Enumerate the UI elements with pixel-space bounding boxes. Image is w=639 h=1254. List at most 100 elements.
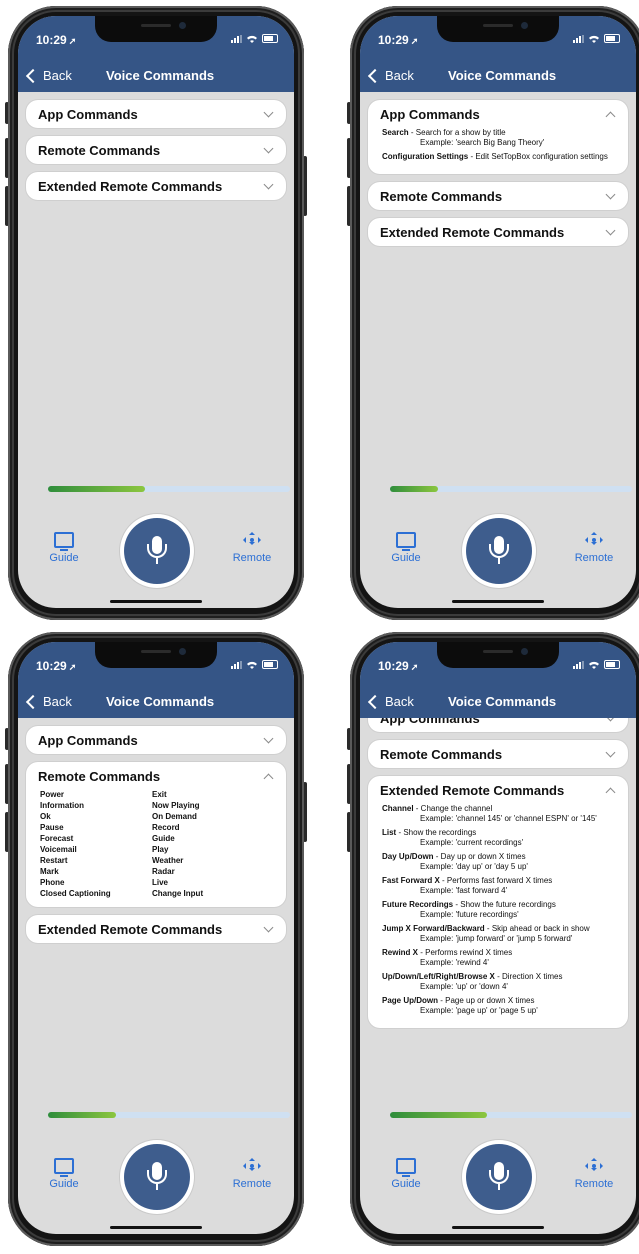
command-description: - Change the channel — [413, 804, 493, 813]
home-indicator — [452, 600, 544, 603]
remote-command: Play — [152, 845, 169, 854]
app-commands-header[interactable]: App Commands — [368, 100, 628, 128]
remote-command: Power — [40, 790, 65, 799]
commands-list: App Commands Remote Commands Power Exit Info… — [18, 718, 294, 1122]
dpad-icon — [585, 532, 603, 548]
remote-commands-title: Remote Commands — [380, 188, 503, 204]
status-icons — [231, 34, 278, 43]
chevron-down-icon — [605, 747, 616, 758]
command-item: Day Up/Down - Day up or down X times Exam… — [382, 852, 616, 872]
tab-remote-label: Remote — [232, 1178, 272, 1190]
remote-commands-header[interactable]: Remote Commands — [26, 136, 286, 164]
extended-commands-header[interactable]: Extended Remote Commands — [368, 776, 628, 804]
wifi-icon — [247, 35, 257, 43]
command-name: Rewind X — [382, 948, 419, 957]
back-button[interactable]: Back — [367, 68, 414, 84]
app-screen: 10:29 ➚ Back Voice Commands App Commands S… — [360, 16, 636, 608]
command-example: Example: 'rewind 4' — [420, 958, 489, 967]
chevron-up-icon — [605, 787, 616, 798]
remote-command: Voicemail — [40, 845, 77, 854]
command-description: - Performs rewind X times — [418, 948, 513, 957]
remote-command: Record — [152, 823, 180, 832]
dpad-icon — [243, 1158, 261, 1174]
progress-fill — [390, 486, 439, 492]
command-name: Channel — [382, 804, 414, 813]
command-name: Search — [382, 128, 409, 137]
tab-guide[interactable]: Guide — [382, 1158, 430, 1190]
command-item: Up/Down/Left/Right/Browse X - Direction … — [382, 972, 616, 992]
remote-commands-grid: Power Exit Information Now Playing Ok On Dema… — [40, 790, 274, 899]
extended-commands-title: Extended Remote Commands — [380, 224, 565, 240]
command-description: - Show the future recordings — [453, 900, 556, 909]
command-example: Example: 'fast forward 4' — [420, 886, 508, 895]
back-button[interactable]: Back — [367, 694, 414, 710]
remote-command: Exit — [152, 790, 167, 799]
command-description: - Performs fast forward X times — [439, 876, 553, 885]
extended-commands-header[interactable]: Extended Remote Commands — [26, 915, 286, 943]
back-button[interactable]: Back — [25, 68, 72, 84]
app-screen: 10:29 ➚ Back Voice Commands App Commands R… — [18, 642, 294, 1234]
command-example: Example: 'channel 145' or 'channel ESPN'… — [420, 814, 597, 823]
command-item: Jump X Forward/Backward - Skip ahead or … — [382, 924, 616, 944]
extended-commands-title: Extended Remote Commands — [380, 782, 565, 798]
tab-guide-label: Guide — [49, 552, 79, 564]
remote-command: Information — [40, 801, 84, 810]
app-commands-header[interactable]: App Commands — [26, 100, 286, 128]
tab-guide[interactable]: Guide — [40, 1158, 88, 1190]
remote-commands-header[interactable]: Remote Commands — [368, 182, 628, 210]
command-item: Future Recordings - Show the future reco… — [382, 900, 616, 920]
command-description: - Show the recordings — [396, 828, 477, 837]
tab-remote-label: Remote — [574, 552, 614, 564]
extended-commands-header[interactable]: Extended Remote Commands — [368, 218, 628, 246]
app-commands-body: Search - Search for a show by title Examp… — [368, 128, 628, 174]
tab-guide-label: Guide — [49, 1178, 79, 1190]
camera-icon — [521, 648, 528, 655]
command-name: Configuration Settings — [382, 152, 469, 161]
command-name: Jump X Forward/Backward — [382, 924, 485, 933]
microphone-button[interactable] — [124, 1144, 190, 1210]
camera-icon — [521, 22, 528, 29]
remote-commands-header[interactable]: Remote Commands — [26, 762, 286, 790]
command-item: Fast Forward X - Performs fast forward X… — [382, 876, 616, 896]
tab-remote[interactable]: Remote — [228, 532, 276, 564]
back-button[interactable]: Back — [25, 694, 72, 710]
command-description: - Edit SetTopBox configuration settings — [468, 152, 608, 161]
page-title: Voice Commands — [106, 694, 215, 709]
tab-remote[interactable]: Remote — [570, 1158, 618, 1190]
home-indicator — [452, 1226, 544, 1229]
tab-guide[interactable]: Guide — [40, 532, 88, 564]
microphone-button[interactable] — [124, 518, 190, 584]
remote-command: Now Playing — [152, 801, 200, 810]
command-item: Rewind X - Performs rewind X times Exampl… — [382, 948, 616, 968]
commands-list: App Commands Search - Search for a show b… — [360, 92, 636, 496]
chevron-down-icon — [605, 189, 616, 200]
extended-commands-section: Extended Remote Commands Channel - Change… — [368, 776, 628, 1028]
nav-bar: Back Voice Commands — [360, 688, 636, 718]
remote-commands-title: Remote Commands — [380, 746, 503, 762]
back-label: Back — [43, 68, 72, 83]
microphone-button[interactable] — [466, 1144, 532, 1210]
listening-progress — [390, 486, 632, 492]
command-name: Day Up/Down — [382, 852, 434, 861]
command-item: Channel - Change the channel Example: 'ch… — [382, 804, 616, 824]
microphone-button[interactable] — [466, 518, 532, 584]
battery-icon — [604, 660, 620, 669]
remote-commands-section: Remote Commands — [26, 136, 286, 164]
tab-guide[interactable]: Guide — [382, 532, 430, 564]
command-item: Configuration Settings - Edit SetTopBox … — [382, 152, 616, 162]
extended-commands-header[interactable]: Extended Remote Commands — [26, 172, 286, 200]
tab-remote[interactable]: Remote — [228, 1158, 276, 1190]
notch — [95, 16, 217, 42]
app-commands-header[interactable]: App Commands — [368, 718, 628, 732]
tab-remote[interactable]: Remote — [570, 532, 618, 564]
remote-commands-header[interactable]: Remote Commands — [368, 740, 628, 768]
command-item: Page Up/Down - Page up or down X times Ex… — [382, 996, 616, 1016]
remote-command: Pause — [40, 823, 64, 832]
app-commands-header[interactable]: App Commands — [26, 726, 286, 754]
tv-icon — [396, 1158, 416, 1177]
scrolled-list: App Commands Remote Commands Extended Remo… — [360, 718, 636, 1028]
page-title: Voice Commands — [106, 68, 215, 83]
location-icon: ➚ — [410, 662, 419, 672]
remote-commands-body: Power Exit Information Now Playing Ok On Dema… — [26, 790, 286, 907]
page-title: Voice Commands — [448, 68, 557, 83]
